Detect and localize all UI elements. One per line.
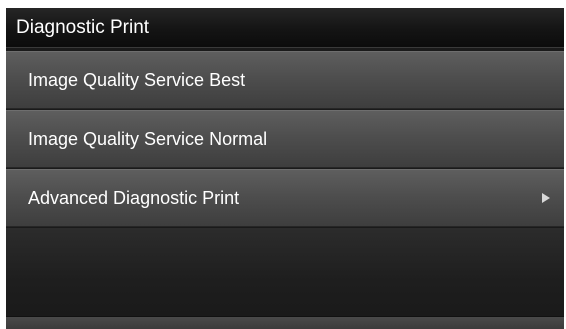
menu-item-label: Image Quality Service Best xyxy=(28,70,246,90)
menu-item-image-quality-service-best[interactable]: Image Quality Service Best xyxy=(6,51,564,109)
chevron-right-icon xyxy=(542,193,550,203)
menu-item-advanced-diagnostic-print[interactable]: Advanced Diagnostic Print xyxy=(6,169,564,227)
menu-item-image-quality-service-normal[interactable]: Image Quality Service Normal xyxy=(6,110,564,168)
menu-item-label: Image Quality Service Normal xyxy=(28,129,268,149)
bottom-bar xyxy=(6,316,564,329)
title-bar: Diagnostic Print xyxy=(6,8,564,48)
menu-item-label: Advanced Diagnostic Print xyxy=(28,188,240,208)
empty-list-area xyxy=(6,228,564,316)
printer-screen: Diagnostic Print Image Quality Service B… xyxy=(6,8,564,329)
page-title: Diagnostic Print xyxy=(16,17,150,38)
